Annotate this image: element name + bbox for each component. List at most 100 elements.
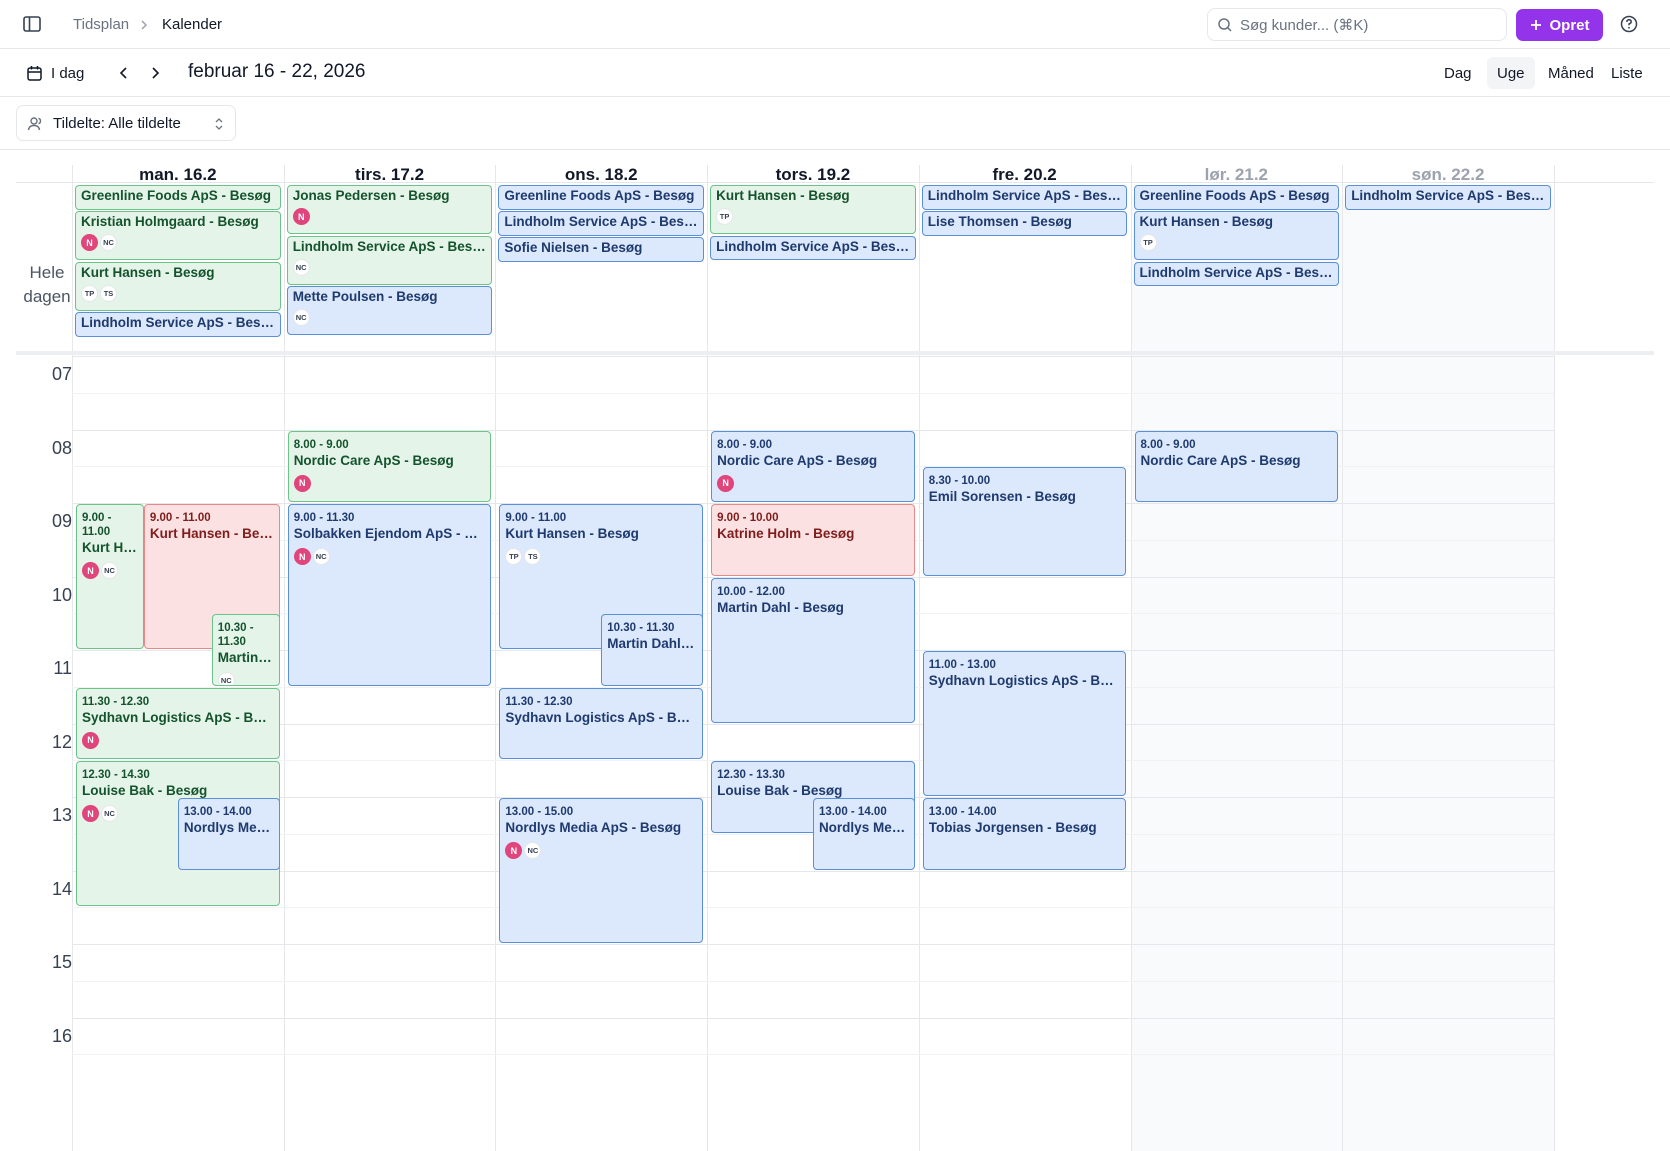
calendar-event[interactable]: 13.00 - 14.00 Tobias Jorgensen - Besøg xyxy=(922,798,1127,870)
chevron-left-icon[interactable] xyxy=(112,61,136,85)
today-label: I dag xyxy=(51,64,85,82)
allday-event[interactable]: Lindholm Service ApS - Besøg xyxy=(75,312,281,337)
event-title: Lindholm Service ApS - Besøg xyxy=(81,316,275,330)
allday-event[interactable]: Greenline Foods ApS - Besøg xyxy=(75,185,281,210)
calendar-event[interactable]: 13.00 - 14.00 Nordlys Media ApS - Besøg xyxy=(812,798,915,870)
hour-line xyxy=(72,1017,1554,1019)
event-title: Kurt Hansen - Besøg xyxy=(81,265,215,280)
hour-line xyxy=(72,356,1554,357)
day-divider xyxy=(495,165,497,1151)
assignee-filter-select[interactable]: Tildelte: Alle tildelte xyxy=(16,105,236,141)
calendar-event[interactable]: 8.00 - 9.00 Nordic Care ApS - Besøg N xyxy=(711,430,915,502)
event-title: Martin Dahl - Besøg xyxy=(217,650,274,666)
event-time: 8.00 - 9.00 xyxy=(1140,438,1196,451)
event-time: 8.00 - 9.00 xyxy=(717,438,773,451)
calendar-event[interactable]: 9.00 - 10.00 Katrine Holm - Besøg xyxy=(711,504,915,576)
assignee-avatars: TP xyxy=(1139,234,1334,251)
view-list-button[interactable]: Liste xyxy=(1601,57,1653,89)
assignee-avatar: N xyxy=(81,234,98,251)
chevron-right-icon[interactable] xyxy=(143,61,167,85)
allday-event[interactable]: Lindholm Service ApS - Besøg NC xyxy=(286,235,493,285)
top-bar: Tidsplan Kalender Opret xyxy=(0,0,1670,49)
allday-event[interactable]: Lindholm Service ApS - Besøg xyxy=(498,211,705,236)
calendar-event[interactable]: 8.30 - 10.00 Emil Sorensen - Besøg xyxy=(922,467,1127,576)
calendar-event[interactable]: 11.30 - 12.30 Sydhavn Logistics ApS - Bes… xyxy=(499,687,704,760)
customer-search[interactable] xyxy=(1207,8,1507,41)
today-button[interactable]: I dag xyxy=(18,57,92,89)
event-title: Lise Thomsen - Besøg xyxy=(927,215,1072,229)
event-title: Sydhavn Logistics ApS - Besøg xyxy=(928,673,1121,688)
assignee-avatar: NC xyxy=(292,258,310,276)
event-title: Emil Sorensen - Besøg xyxy=(928,489,1076,505)
view-day-button[interactable]: Dag xyxy=(1434,57,1482,89)
allday-event[interactable]: Sofie Nielsen - Besøg xyxy=(498,237,705,262)
hour-line xyxy=(72,723,1554,725)
event-time: 9.00 - 10.00 xyxy=(717,512,779,524)
calendar-event[interactable]: 10.30 - 11.30Martin Dahl - Besøg NC xyxy=(211,614,280,686)
event-title: Sydhavn Logistics ApS - Besøg xyxy=(505,709,698,725)
event-title: Greenline Foods ApS - Besøg xyxy=(81,189,272,203)
event-time: 13.00 - 14.00 xyxy=(183,806,252,818)
event-title: Greenline Foods ApS - Besøg xyxy=(1139,189,1330,203)
event-title: Sofie Nielsen - Besøg xyxy=(504,241,643,255)
event-time: 8.00 - 9.00 xyxy=(293,438,349,451)
allday-event[interactable]: Mette Poulsen - Besøg NC xyxy=(286,286,493,335)
search-icon xyxy=(1218,18,1232,32)
calendar-event[interactable]: 11.30 - 12.30 Sydhavn Logistics ApS - Bes… xyxy=(76,687,280,760)
event-title: Nordic Care ApS - Besøg xyxy=(717,452,878,468)
assignee-avatar: TP xyxy=(1139,234,1157,251)
calendar-event[interactable]: 8.00 - 9.00 Nordic Care ApS - Besøg xyxy=(1134,430,1339,502)
allday-event[interactable]: Greenline Foods ApS - Besøg xyxy=(1133,185,1340,210)
allday-event[interactable]: Kurt Hansen - Besøg TP TS xyxy=(75,261,281,311)
event-title: Martin Dahl - Besøg xyxy=(717,599,844,615)
event-time: 12.30 - 13.30 xyxy=(717,769,785,782)
assignee-avatar: TS xyxy=(524,548,542,565)
allday-event[interactable]: Kurt Hansen - Besøg TP xyxy=(1133,211,1340,260)
event-time: 9.00 - 11.00 xyxy=(82,512,112,538)
weekend-shade xyxy=(1131,195,1343,1151)
allday-event[interactable]: Lindholm Service ApS - Besøg xyxy=(1133,261,1340,286)
assignee-avatar: TS xyxy=(100,284,117,302)
calendar-event[interactable]: 10.00 - 12.00 Martin Dahl - Besøg xyxy=(711,577,915,723)
assignee-avatar: N xyxy=(717,474,735,492)
hour-label: 14 xyxy=(51,878,72,899)
event-title: Lindholm Service ApS - Besøg xyxy=(292,239,487,254)
allday-event[interactable]: Greenline Foods ApS - Besøg xyxy=(498,185,705,210)
view-month-button[interactable]: Måned xyxy=(1538,57,1604,89)
calendar-event[interactable]: 13.00 - 14.00 Nordlys Media ApS - Besøg xyxy=(177,798,280,870)
help-icon[interactable] xyxy=(1620,15,1640,35)
event-time: 13.00 - 15.00 xyxy=(505,806,574,818)
allday-event[interactable]: Kristian Holmgaard - Besøg N NC xyxy=(75,211,281,260)
event-title: Kurt Hansen - Besøg xyxy=(149,526,274,541)
calendar-event[interactable]: 9.00 - 11.00 Kurt Hansen - Besøg NNC xyxy=(76,504,144,649)
calendar-event[interactable]: 8.00 - 9.00 Nordic Care ApS - Besøg N xyxy=(287,430,492,502)
chevron-up-down-icon xyxy=(215,118,223,130)
view-week-button[interactable]: Uge xyxy=(1487,57,1535,89)
calendar-event[interactable]: 11.00 - 13.00 Sydhavn Logistics ApS - Bes… xyxy=(922,651,1127,796)
allday-event[interactable]: Lise Thomsen - Besøg xyxy=(921,211,1128,236)
allday-event[interactable]: Lindholm Service ApS - Besøg xyxy=(921,185,1128,210)
calendar-toolbar: I dag februar 16 - 22, 2026 Dag Uge Måne… xyxy=(0,49,1670,97)
create-button[interactable]: Opret xyxy=(1516,9,1603,41)
assignee-avatar: TP xyxy=(505,548,523,565)
breadcrumb-tidsplan[interactable]: Tidsplan xyxy=(73,16,129,33)
calendar-event[interactable]: 13.00 - 15.00 Nordlys Media ApS - Besøg N N… xyxy=(499,798,704,943)
allday-event[interactable]: Lindholm Service ApS - Besøg xyxy=(1345,185,1551,210)
allday-event[interactable]: Jonas Pedersen - Besøg N xyxy=(286,185,493,234)
assignee-avatar: N xyxy=(82,731,99,749)
calendar-event[interactable]: 10.30 - 11.30Martin Dahl - Besøg xyxy=(601,614,704,686)
hour-label: 10 xyxy=(51,584,72,605)
allday-divider xyxy=(16,351,1654,355)
event-title: Lindholm Service ApS - Besøg xyxy=(504,215,699,229)
assignee-avatar: NC xyxy=(100,234,117,251)
event-time: 10.30 - 11.30 xyxy=(607,622,675,635)
calendar-event[interactable]: 9.00 - 11.30 Solbakken Ejendom ApS - Besø… xyxy=(287,504,492,686)
assignee-avatar: TP xyxy=(81,284,98,302)
breadcrumb-kalender: Kalender xyxy=(162,16,223,33)
search-input[interactable] xyxy=(1240,15,1500,35)
allday-event[interactable]: Kurt Hansen - Besøg TP xyxy=(710,185,916,234)
assignee-avatars: TP TS xyxy=(505,548,697,565)
assignee-avatar: NC xyxy=(217,672,235,685)
sidebar-toggle-icon[interactable] xyxy=(22,14,44,36)
allday-event[interactable]: Lindholm Service ApS - Besøg xyxy=(710,235,916,260)
